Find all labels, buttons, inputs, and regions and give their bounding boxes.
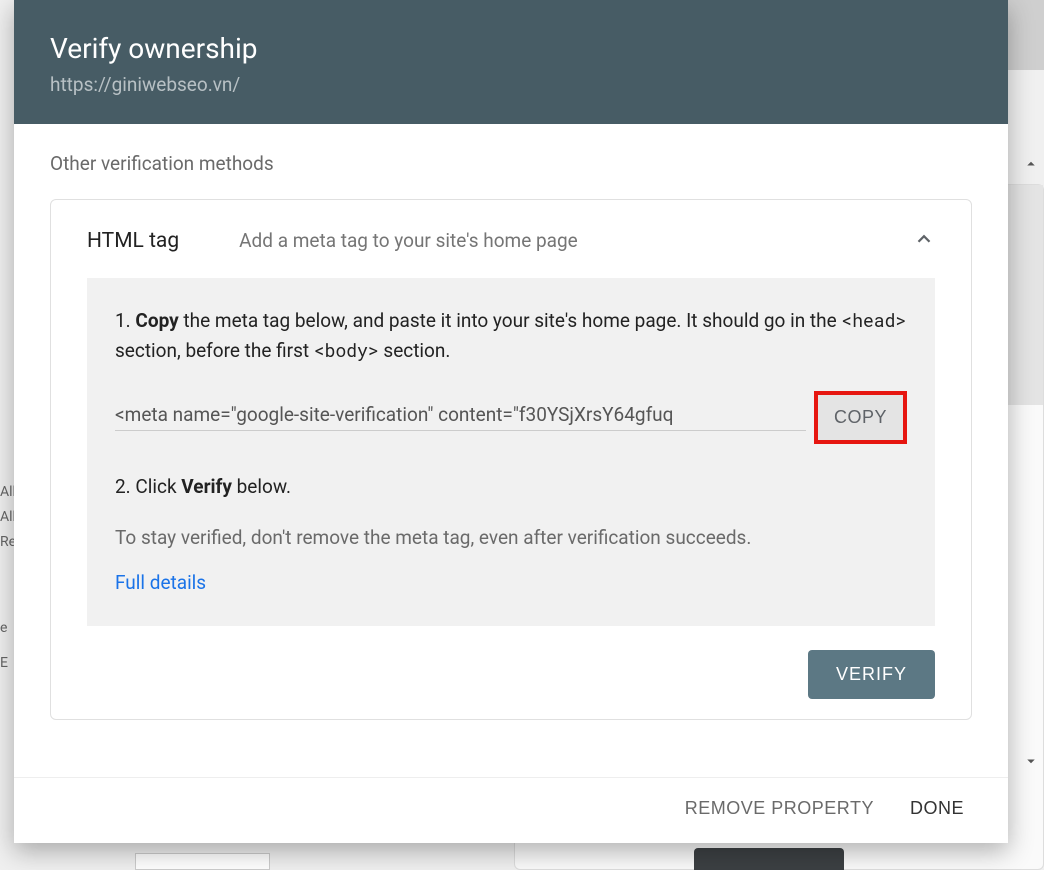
modal-title: Verify ownership (50, 32, 972, 65)
section-title: Other verification methods (50, 152, 972, 175)
modal-footer: REMOVE PROPERTY DONE (14, 777, 1008, 843)
code-body: <body> (314, 338, 379, 362)
card-header[interactable]: HTML tag Add a meta tag to your site's h… (87, 228, 935, 254)
code-head: <head> (841, 308, 906, 332)
instruction-step-1: 1. Copy the meta tag below, and paste it… (115, 306, 907, 367)
method-name: HTML tag (87, 229, 179, 253)
full-details-link[interactable]: Full details (115, 571, 907, 594)
done-button[interactable]: DONE (910, 798, 964, 819)
remove-property-button[interactable]: REMOVE PROPERTY (685, 798, 874, 819)
backdrop-input-box (135, 853, 270, 870)
modal-body: Other verification methods HTML tag Add … (14, 124, 1008, 777)
html-tag-card: HTML tag Add a meta tag to your site's h… (50, 199, 972, 720)
verify-ownership-modal: Verify ownership https://giniwebseo.vn/ … (14, 0, 1008, 843)
backdrop-dark-button (694, 848, 844, 870)
verification-note: To stay verified, don't remove the meta … (115, 526, 907, 549)
modal-header: Verify ownership https://giniwebseo.vn/ (14, 0, 1008, 124)
verify-row: VERIFY (87, 642, 935, 711)
verify-button[interactable]: VERIFY (808, 650, 935, 699)
copy-button[interactable]: COPY (814, 391, 907, 444)
chevron-up-icon[interactable] (913, 228, 935, 254)
method-description: Add a meta tag to your site's home page (239, 229, 578, 252)
instruction-step-2: 2. Click Verify below. (115, 472, 907, 502)
meta-tag-text[interactable]: <meta name="google-site-verification" co… (115, 403, 806, 431)
scroll-up-icon[interactable] (1022, 155, 1040, 173)
scroll-down-icon[interactable] (1022, 752, 1040, 770)
instructions-panel: 1. Copy the meta tag below, and paste it… (87, 278, 935, 626)
meta-tag-row: <meta name="google-site-verification" co… (115, 391, 907, 444)
backdrop-top-strip (1008, 0, 1044, 70)
modal-subtitle: https://giniwebseo.vn/ (50, 73, 972, 96)
